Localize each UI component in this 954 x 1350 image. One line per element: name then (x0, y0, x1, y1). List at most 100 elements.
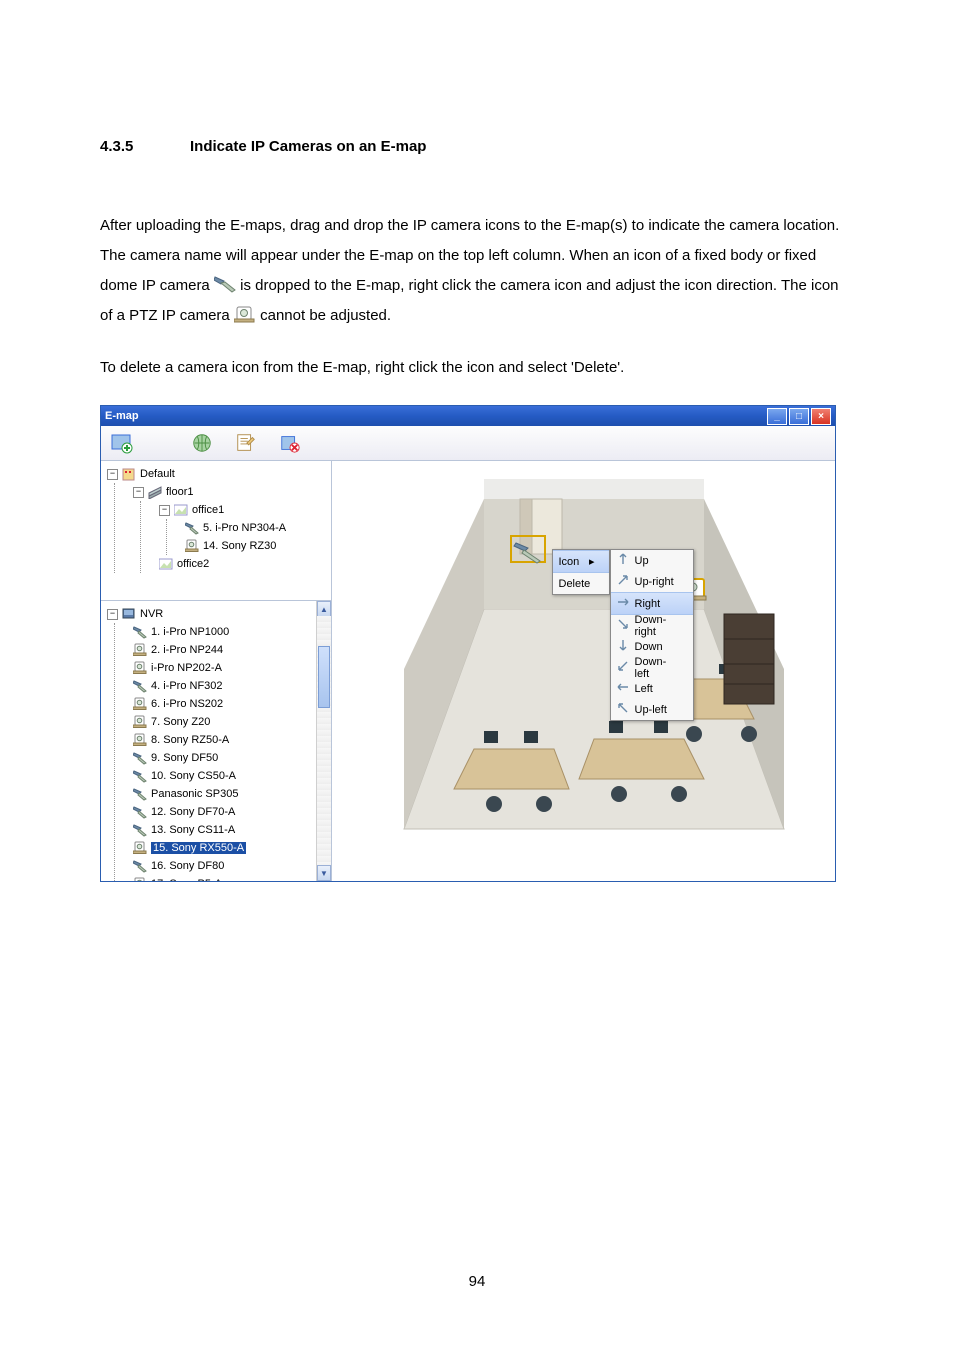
device-tree-item[interactable]: 1. i-Pro NP1000 (133, 623, 315, 641)
ptz-camera-icon (234, 304, 256, 322)
map-tree[interactable]: − Default − floor1 − (101, 461, 331, 600)
window-titlebar: E-map _ □ × (101, 406, 835, 426)
context-menu-item[interactable]: Down (611, 636, 693, 657)
device-label: 16. Sony DF80 (151, 860, 224, 872)
tree-node-camera[interactable]: 5. i-Pro NP304-A (203, 522, 286, 534)
direction-arrow-icon (617, 702, 629, 717)
tree-toggle-icon[interactable]: − (107, 609, 118, 620)
map-canvas[interactable]: Icon▸Delete UpUp-rightRightDown-rightDow… (332, 461, 835, 881)
direction-arrow-icon (617, 681, 629, 696)
device-tree-item[interactable]: Panasonic SP305 (133, 785, 315, 803)
device-tree-item[interactable]: 13. Sony CS11-A (133, 821, 315, 839)
context-menu-item[interactable]: Icon ▸ (553, 550, 609, 573)
direction-arrow-icon (617, 639, 629, 654)
device-tree-item[interactable]: 17. Sony P5-A (133, 875, 315, 881)
tree-node-nvr[interactable]: NVR (140, 608, 163, 620)
direction-arrow-icon (617, 596, 629, 611)
tree-toggle-icon[interactable]: − (133, 487, 144, 498)
camera-context-menu[interactable]: Icon ▸ Delete (552, 549, 610, 595)
window-maximize-button[interactable]: □ (789, 408, 809, 425)
fixed-camera-icon (133, 805, 147, 819)
device-tree-item[interactable]: 10. Sony CS50-A (133, 767, 315, 785)
window-minimize-button[interactable]: _ (767, 408, 787, 425)
context-menu-item-label: Icon (559, 556, 580, 568)
device-tree-item[interactable]: 2. i-Pro NP244 (133, 641, 315, 659)
direction-arrow-icon (617, 574, 629, 589)
device-tree[interactable]: − NVR 1. i-Pro NP1000 2. i-Pro NP244i-Pro… (101, 600, 331, 881)
context-menu-item-label: Down-right (635, 614, 679, 638)
ptz-camera-icon (133, 841, 147, 855)
ptz-camera-icon (185, 539, 199, 553)
context-menu-item[interactable]: Up (611, 550, 693, 571)
device-tree-item[interactable]: 6. i-Pro NS202 (133, 695, 315, 713)
context-menu-item[interactable]: Left (611, 678, 693, 699)
toolbar-globe-button[interactable] (189, 430, 215, 456)
submenu-arrow-icon: ▸ (589, 555, 595, 568)
ptz-camera-icon (133, 877, 147, 881)
device-label: 1. i-Pro NP1000 (151, 626, 229, 638)
icon-direction-submenu[interactable]: Up Up-right Right Down-rightDownDown-leftLe… (610, 549, 694, 721)
toolbar-add-map-button[interactable] (109, 430, 135, 456)
tree-node-camera[interactable]: 14. Sony RZ30 (203, 540, 276, 552)
ptz-camera-icon (133, 643, 147, 657)
scroll-up-arrow-icon[interactable]: ▲ (317, 601, 331, 617)
paragraph-1: After uploading the E-maps, drag and dro… (100, 211, 854, 331)
direction-arrow-icon (617, 618, 629, 633)
window-close-button[interactable]: × (811, 408, 831, 425)
fixed-camera-icon (214, 274, 236, 292)
office-illustration: Icon▸Delete UpUp-rightRightDown-rightDow… (354, 469, 814, 859)
tree-node-default[interactable]: Default (140, 468, 175, 480)
floor-icon (148, 485, 162, 499)
context-menu-item[interactable]: Right (611, 592, 693, 615)
device-tree-item[interactable]: i-Pro NP202-A (133, 659, 315, 677)
fixed-camera-icon (133, 679, 147, 693)
context-menu-item-label: Up-left (635, 704, 667, 716)
device-tree-item[interactable]: 4. i-Pro NF302 (133, 677, 315, 695)
context-menu-item-label: Up (635, 555, 649, 567)
map-image-icon (174, 503, 188, 517)
tree-toggle-icon[interactable]: − (107, 469, 118, 480)
window-title: E-map (105, 410, 139, 422)
device-tree-item[interactable]: 15. Sony RX550-A (133, 839, 315, 857)
paragraph-2: To delete a camera icon from the E-map, … (100, 353, 854, 383)
device-tree-item[interactable]: 8. Sony RZ50-A (133, 731, 315, 749)
device-label: Panasonic SP305 (151, 788, 238, 800)
context-menu-item-label: Right (635, 598, 661, 610)
map-image-icon (159, 557, 173, 571)
building-icon (122, 467, 136, 481)
toolbar-edit-button[interactable] (233, 430, 259, 456)
context-menu-item-label: Delete (559, 578, 591, 590)
device-tree-item[interactable]: 12. Sony DF70-A (133, 803, 315, 821)
context-menu-item[interactable]: Down-left (611, 657, 693, 678)
section-heading: 4.3.5Indicate IP Cameras on an E-map (100, 138, 854, 155)
device-label: 9. Sony DF50 (151, 752, 218, 764)
section-number: 4.3.5 (100, 138, 190, 155)
context-menu-item[interactable]: Delete (553, 573, 609, 594)
tree-node-office1[interactable]: office1 (192, 504, 224, 516)
direction-arrow-icon (617, 553, 629, 568)
device-label: 12. Sony DF70-A (151, 806, 235, 818)
left-panel: − Default − floor1 − (101, 461, 332, 881)
toolbar-delete-button[interactable] (277, 430, 303, 456)
tree-toggle-icon[interactable]: − (159, 505, 170, 516)
device-tree-scrollbar[interactable]: ▲ ▼ (316, 601, 331, 881)
tree-node-office2[interactable]: office2 (177, 558, 209, 570)
window-toolbar (101, 426, 835, 461)
device-tree-item[interactable]: 16. Sony DF80 (133, 857, 315, 875)
context-menu-item[interactable]: Down-right (611, 615, 693, 636)
ptz-camera-icon (133, 733, 147, 747)
device-tree-item[interactable]: 7. Sony Z20 (133, 713, 315, 731)
context-menu-item[interactable]: Up-right (611, 571, 693, 592)
scroll-down-arrow-icon[interactable]: ▼ (317, 865, 331, 881)
tree-node-floor1[interactable]: floor1 (166, 486, 194, 498)
direction-arrow-icon (617, 660, 629, 675)
context-menu-item[interactable]: Up-left (611, 699, 693, 720)
device-label: 7. Sony Z20 (151, 716, 210, 728)
ptz-camera-icon (133, 661, 147, 675)
device-label: 13. Sony CS11-A (151, 824, 235, 836)
page-number: 94 (0, 1273, 954, 1290)
context-menu-item-label: Down-left (635, 656, 679, 680)
device-tree-item[interactable]: 9. Sony DF50 (133, 749, 315, 767)
fixed-camera-icon (133, 751, 147, 765)
device-label: 4. i-Pro NF302 (151, 680, 223, 692)
